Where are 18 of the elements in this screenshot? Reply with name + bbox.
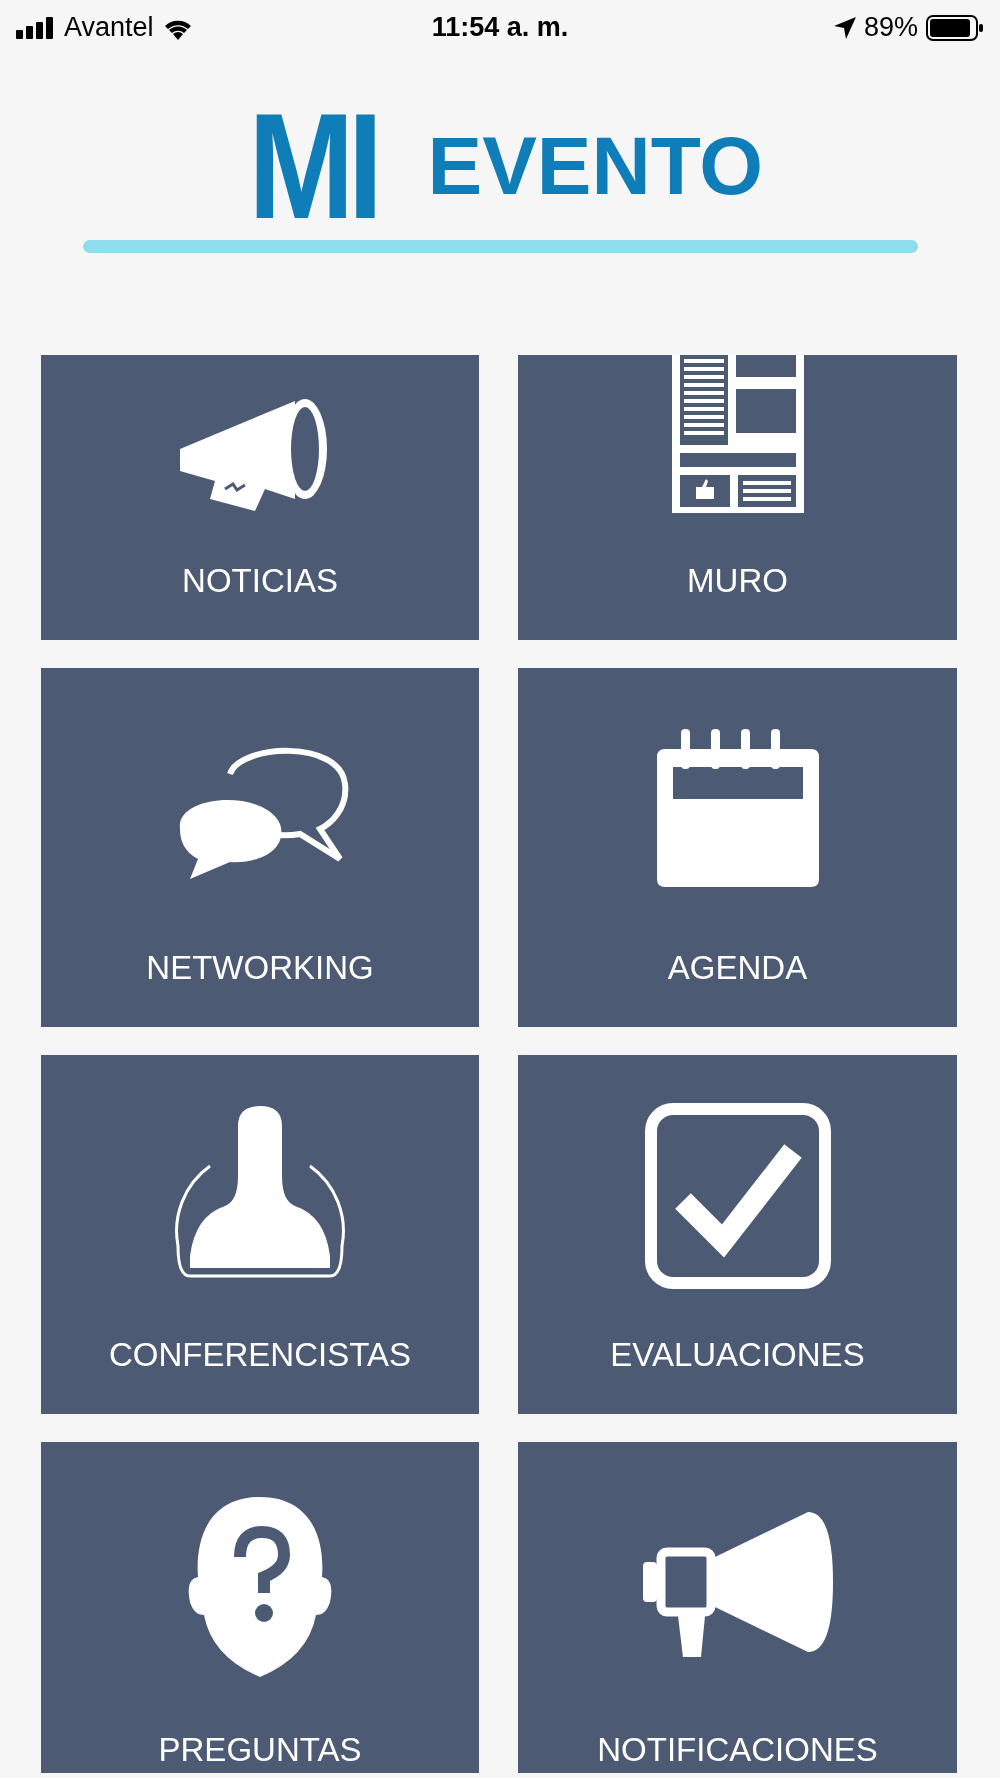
menu-tile[interactable]: NOTICIAS xyxy=(41,355,479,640)
newspaper-icon xyxy=(669,355,806,515)
clock-time: 11:54 a. m. xyxy=(431,12,569,43)
menu-tile[interactable]: AGENDA xyxy=(518,668,957,1027)
carrier-name: Avantel xyxy=(64,12,154,43)
menu-tile[interactable]: EVALUACIONES xyxy=(518,1055,957,1414)
location-arrow-icon xyxy=(833,16,856,39)
battery-percent: 89% xyxy=(863,12,918,43)
menu-tile[interactable]: NETWORKING xyxy=(41,668,479,1027)
logo-text: MI xyxy=(248,91,377,241)
menu-tile[interactable]: PREGUNTAS xyxy=(41,1442,479,1773)
battery-icon xyxy=(926,14,984,41)
signal-icon xyxy=(16,16,56,39)
menu-tile[interactable]: NOTIFICACIONES xyxy=(518,1442,957,1773)
menu-tile[interactable]: MURO xyxy=(518,355,957,640)
logo-text: EVENTO xyxy=(427,125,764,207)
checkbox-icon xyxy=(642,1100,833,1291)
menu-tile[interactable]: CONFERENCISTAS xyxy=(41,1055,479,1414)
